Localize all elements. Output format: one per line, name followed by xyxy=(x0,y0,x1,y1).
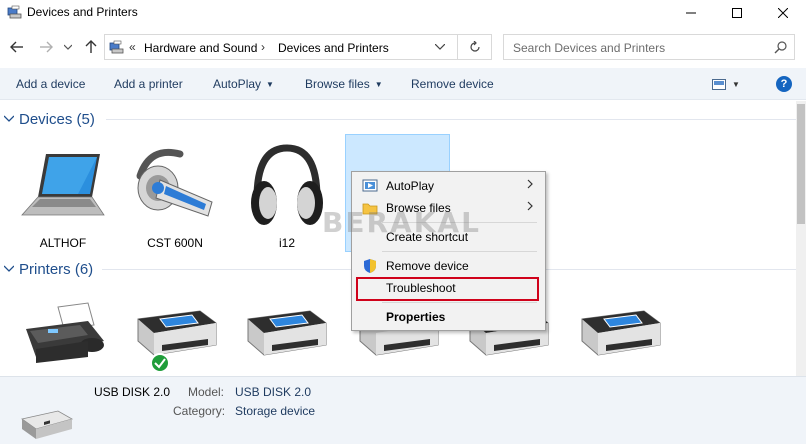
group-divider xyxy=(106,119,796,120)
view-icon xyxy=(712,78,726,90)
submenu-arrow-icon xyxy=(527,178,533,192)
forward-button[interactable] xyxy=(37,38,55,56)
refresh-icon xyxy=(469,41,480,52)
maximize-button[interactable] xyxy=(714,0,760,26)
highlight-annotation xyxy=(356,277,539,301)
chevron-down-icon xyxy=(64,44,72,50)
address-dropdown-button[interactable] xyxy=(434,41,446,53)
devices-printers-icon xyxy=(109,40,124,54)
arrow-right-icon xyxy=(40,41,53,53)
headphones-icon xyxy=(251,144,323,225)
device-label: i12 xyxy=(278,236,295,250)
search-icon[interactable] xyxy=(774,40,788,54)
arrow-left-icon xyxy=(10,41,23,53)
usb-drive-icon xyxy=(21,410,74,439)
recent-locations-button[interactable] xyxy=(62,38,74,56)
autoplay-label: AutoPlay xyxy=(213,77,262,91)
model-label: Model: xyxy=(188,385,225,399)
details-pane: USB DISK 2.0 Model: USB DISK 2.0 Categor… xyxy=(0,376,806,444)
caret-down-icon: ▼ xyxy=(266,80,274,89)
collapse-chevron-icon xyxy=(3,113,18,125)
model-value: USB DISK 2.0 xyxy=(235,385,312,399)
maximize-icon xyxy=(732,8,742,18)
vertical-scrollbar[interactable] xyxy=(796,101,806,376)
back-button[interactable] xyxy=(8,38,26,56)
menu-item-properties[interactable]: Properties xyxy=(352,306,545,328)
selected-device-name: USB DISK 2.0 xyxy=(94,385,171,399)
printer-2[interactable] xyxy=(240,305,330,363)
bluetooth-headset-icon xyxy=(136,148,213,217)
menu-item-autoplay[interactable]: AutoPlay xyxy=(352,175,545,197)
add-device-button[interactable]: Add a device xyxy=(16,77,85,91)
category-label: Category: xyxy=(173,404,226,418)
caret-down-icon: ▼ xyxy=(732,79,740,89)
menu-separator xyxy=(382,302,537,303)
up-button[interactable] xyxy=(82,38,100,56)
search-input[interactable]: Search Devices and Printers xyxy=(503,34,795,60)
printer-icon xyxy=(247,310,327,356)
laptop-icon xyxy=(21,154,105,216)
breadcrumb-hardware-and-sound[interactable]: Hardware and Sound xyxy=(144,41,257,55)
close-icon xyxy=(778,8,788,18)
window-title: Devices and Printers xyxy=(27,5,138,19)
menu-label: Remove device xyxy=(386,259,469,273)
add-printer-button[interactable]: Add a printer xyxy=(114,77,183,91)
search-placeholder: Search Devices and Printers xyxy=(513,41,666,55)
minimize-icon xyxy=(686,12,696,14)
device-label: CST 600N xyxy=(147,236,203,250)
menu-label: AutoPlay xyxy=(386,179,435,193)
category-value: Storage device xyxy=(235,404,316,418)
overflow-chevron[interactable]: « xyxy=(129,40,136,54)
submenu-arrow-icon xyxy=(527,200,533,214)
change-view-button[interactable]: ▼ xyxy=(712,76,750,92)
context-menu: AutoPlay Browse files Create shortcut Re… xyxy=(351,171,546,331)
menu-separator xyxy=(382,251,537,252)
title-bar: Devices and Printers xyxy=(0,0,806,26)
collapse-chevron-icon xyxy=(3,263,18,275)
scrollbar-thumb[interactable] xyxy=(797,104,805,224)
minimize-button[interactable] xyxy=(668,0,714,26)
breadcrumb-separator[interactable]: › xyxy=(261,40,265,54)
autoplay-icon xyxy=(362,179,378,192)
device-laptop[interactable]: ALTHOF xyxy=(18,149,108,250)
device-headset[interactable]: CST 600N xyxy=(130,146,220,250)
caret-down-icon: ▼ xyxy=(374,80,383,89)
devices-printers-icon xyxy=(7,5,22,19)
help-button[interactable]: ? xyxy=(776,76,792,92)
group-title-devices: Devices (5) xyxy=(19,110,95,128)
device-label: ALTHOF xyxy=(39,236,87,250)
menu-item-remove-device[interactable]: Remove device xyxy=(352,255,545,277)
group-title-printers: Printers (6) xyxy=(19,260,94,278)
breadcrumb-devices-and-printers[interactable]: Devices and Printers xyxy=(278,41,389,55)
chevron-down-icon xyxy=(434,43,446,50)
fax-icon xyxy=(26,302,104,363)
close-button[interactable] xyxy=(760,0,806,26)
address-bar[interactable]: « Hardware and Sound › Devices and Print… xyxy=(104,34,458,60)
printer-icon xyxy=(137,310,217,373)
browse-files-label: Browse files xyxy=(305,77,370,91)
arrow-up-icon xyxy=(85,40,97,53)
navigation-bar: « Hardware and Sound › Devices and Print… xyxy=(0,30,806,64)
browse-files-button[interactable]: Browse files ▼ xyxy=(305,77,383,91)
remove-device-button[interactable]: Remove device xyxy=(411,77,494,91)
watermark: BERAKAL xyxy=(322,206,481,239)
device-headphones[interactable]: i12 xyxy=(242,143,332,250)
uac-shield-icon xyxy=(364,259,376,273)
printer-default[interactable] xyxy=(130,305,220,376)
menu-label: Properties xyxy=(386,310,446,324)
printer-fax[interactable] xyxy=(18,301,108,369)
command-bar: Add a device Add a printer AutoPlay ▼ Bro… xyxy=(0,68,806,100)
printer-5[interactable] xyxy=(574,305,664,363)
autoplay-button[interactable]: AutoPlay ▼ xyxy=(213,77,274,91)
refresh-button[interactable] xyxy=(458,34,492,60)
printer-icon xyxy=(581,310,661,356)
group-header-devices[interactable]: Devices (5) xyxy=(3,109,796,129)
